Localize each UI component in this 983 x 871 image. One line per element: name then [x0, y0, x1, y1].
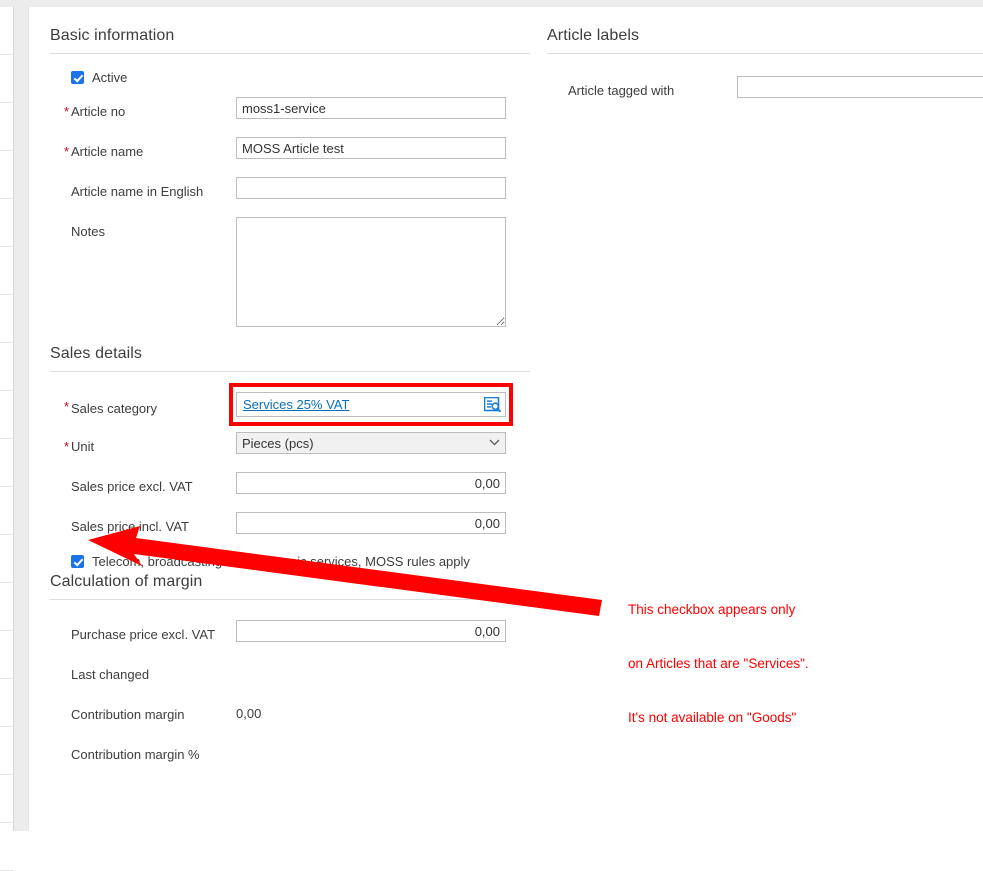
background-list-strip: [0, 7, 14, 871]
unit-select[interactable]: Pieces (pcs): [236, 432, 506, 454]
notes-textarea[interactable]: [236, 217, 506, 327]
sales-price-incl-vat-input[interactable]: [236, 512, 506, 534]
label-sales-price-excl-vat: Sales price excl. VAT: [71, 479, 193, 494]
section-title-sales-details: Sales details: [50, 345, 530, 372]
section-article-labels: Article labels Article tagged with: [547, 27, 983, 106]
field-row-article-no: Article no: [50, 97, 530, 127]
list-item: [0, 583, 13, 631]
list-item: [0, 199, 13, 247]
unit-select-value: Pieces (pcs): [242, 435, 314, 451]
sales-category-field[interactable]: Services 25% VAT: [236, 392, 506, 417]
list-item: [0, 823, 13, 871]
label-article-no: Article no: [50, 97, 236, 120]
field-row-notes: Notes: [50, 217, 530, 327]
label-article-tagged-with: Article tagged with: [568, 83, 675, 98]
section-title-basic-information: Basic information: [50, 27, 530, 54]
section-calculation-of-margin: Calculation of margin Purchase price exc…: [50, 573, 530, 770]
article-name-input[interactable]: [236, 137, 506, 159]
label-article-name: Article name: [50, 137, 236, 160]
document-search-icon[interactable]: [483, 396, 501, 413]
label-last-changed: Last changed: [71, 667, 150, 682]
article-name-english-input[interactable]: [236, 177, 506, 199]
panel-gutter: [14, 7, 28, 831]
label-purchase-price-excl-vat: Purchase price excl. VAT: [71, 627, 216, 642]
list-item: [0, 151, 13, 199]
chevron-down-icon: [489, 438, 500, 449]
moss-checkbox-row[interactable]: Telecom, broadcasting and electronic ser…: [50, 554, 530, 569]
field-row-sales-category: Sales category Services 25% VAT: [50, 383, 530, 426]
active-checkbox-row[interactable]: Active: [50, 70, 530, 85]
field-row-contribution-margin: Contribution margin 0,00: [50, 700, 530, 730]
field-row-sales-price-incl-vat: Sales price incl. VAT: [50, 512, 530, 542]
list-item: [0, 343, 13, 391]
sales-price-excl-vat-input[interactable]: [236, 472, 506, 494]
field-row-sales-price-excl-vat: Sales price excl. VAT: [50, 472, 530, 502]
label-contribution-margin-pct: Contribution margin %: [71, 747, 200, 762]
section-basic-information: Basic information Active Article no Arti…: [50, 27, 530, 327]
list-item: [0, 295, 13, 343]
list-item: [0, 679, 13, 727]
list-item: [0, 55, 13, 103]
section-title-article-labels: Article labels: [547, 27, 983, 54]
app-root: Basic information Active Article no Arti…: [0, 0, 983, 871]
label-sales-price-incl-vat: Sales price incl. VAT: [71, 519, 190, 534]
list-item: [0, 103, 13, 151]
list-item: [0, 7, 13, 55]
field-row-unit: Unit Pieces (pcs): [50, 432, 530, 462]
moss-rules-checkbox[interactable]: [71, 555, 84, 568]
purchase-price-excl-vat-input[interactable]: [236, 620, 506, 642]
field-row-article-name: Article name: [50, 137, 530, 167]
active-checkbox[interactable]: [71, 71, 84, 84]
moss-rules-checkbox-label: Telecom, broadcasting and electronic ser…: [92, 554, 470, 569]
list-item: [0, 535, 13, 583]
list-item: [0, 775, 13, 823]
article-form-panel: Basic information Active Article no Arti…: [28, 7, 983, 831]
list-item: [0, 391, 13, 439]
list-item: [0, 631, 13, 679]
list-item: [0, 247, 13, 295]
label-article-name-english: Article name in English: [71, 184, 204, 199]
list-item: [0, 727, 13, 775]
list-item: [0, 439, 13, 487]
active-checkbox-label: Active: [92, 70, 128, 85]
article-no-input[interactable]: [236, 97, 506, 119]
section-title-calculation-of-margin: Calculation of margin: [50, 573, 530, 600]
sales-category-link[interactable]: Services 25% VAT: [243, 397, 349, 412]
field-row-last-changed: Last changed: [50, 660, 530, 690]
field-row-contribution-margin-pct: Contribution margin %: [50, 740, 530, 770]
field-row-purchase-price-excl-vat: Purchase price excl. VAT: [50, 620, 530, 650]
label-notes: Notes: [71, 224, 105, 239]
field-row-article-tagged-with: Article tagged with: [547, 76, 983, 106]
article-tagged-with-input[interactable]: [737, 76, 983, 98]
label-contribution-margin: Contribution margin: [71, 707, 185, 722]
field-row-article-name-english: Article name in English: [50, 177, 530, 207]
label-sales-category: Sales category: [50, 392, 236, 417]
sales-category-lookup-wrap: Services 25% VAT: [229, 383, 513, 426]
contribution-margin-value: 0,00: [236, 706, 262, 721]
label-unit: Unit: [50, 432, 236, 455]
section-sales-details: Sales details Sales category Services 25…: [50, 345, 530, 569]
list-item: [0, 487, 13, 535]
